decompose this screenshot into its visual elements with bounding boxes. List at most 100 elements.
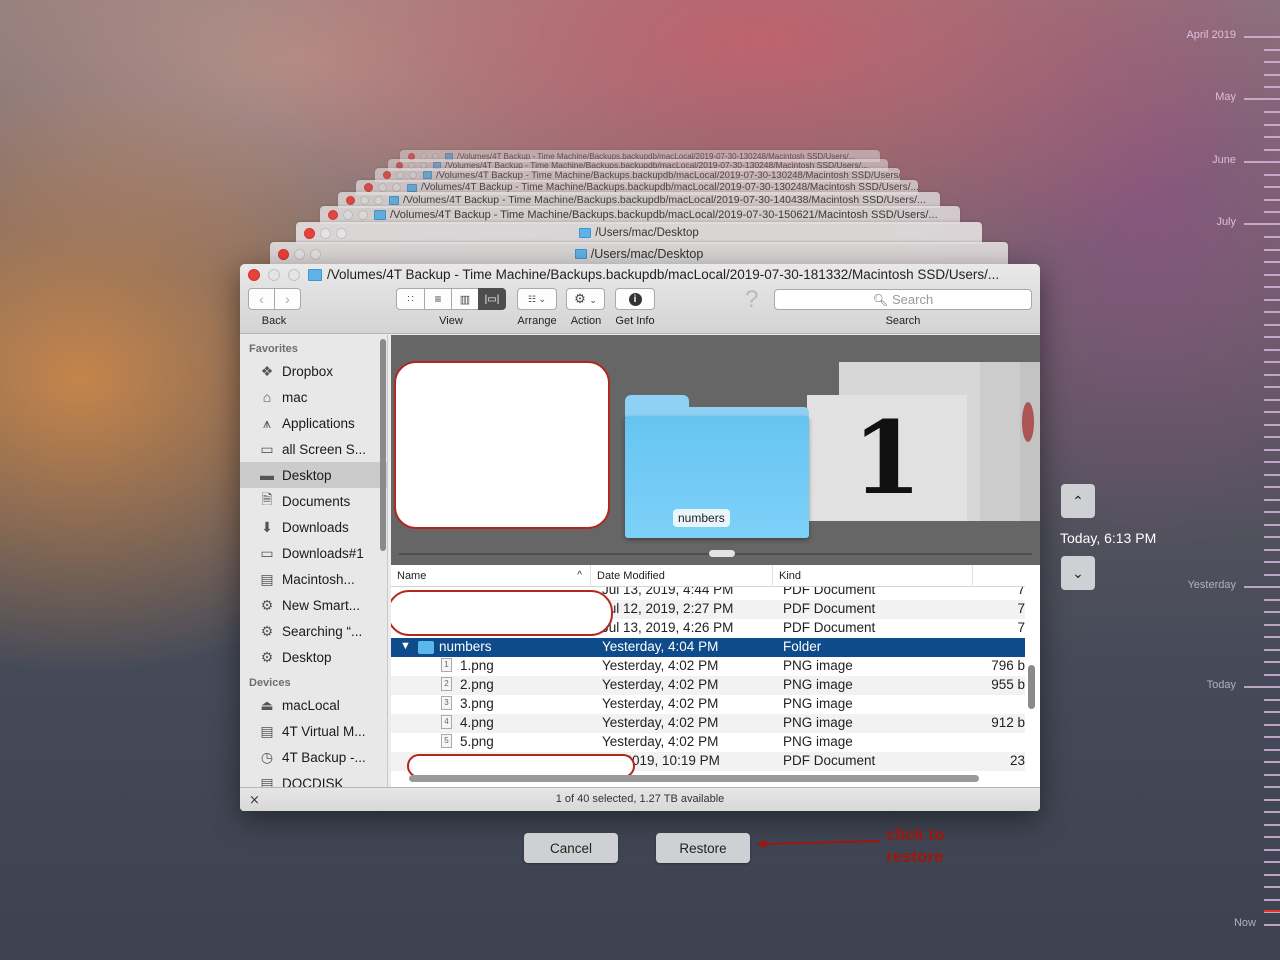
list-view-button[interactable]: ≡: [424, 288, 452, 310]
back-button[interactable]: ‹: [248, 288, 275, 310]
coverflow-item-numbers-folder[interactable]: numbers: [625, 395, 809, 538]
help-icon[interactable]: ?: [745, 286, 758, 314]
column-header-kind[interactable]: Kind: [773, 565, 973, 587]
timeline-tick[interactable]: [1264, 74, 1280, 76]
list-horizontal-scrollbar[interactable]: [409, 775, 979, 782]
list-row[interactable]: 3 3.png Yesterday, 4:02 PM PNG image: [391, 695, 1025, 714]
restore-button[interactable]: Restore: [656, 833, 750, 863]
cancel-button[interactable]: Cancel: [524, 833, 618, 863]
timeline-tick[interactable]: [1264, 774, 1280, 776]
timeline-label[interactable]: Today: [1207, 679, 1236, 691]
timeline-tick[interactable]: [1264, 449, 1280, 451]
timeline-tick[interactable]: [1264, 111, 1280, 113]
timeline-tick[interactable]: [1264, 699, 1280, 701]
coverflow-item-1-png[interactable]: 1: [807, 395, 967, 521]
zoom-button[interactable]: [288, 269, 300, 281]
timeline-tick[interactable]: [1264, 886, 1280, 888]
timeline-tick[interactable]: [1264, 761, 1280, 763]
timeline-tick[interactable]: [1264, 786, 1280, 788]
timeline-label[interactable]: Now: [1234, 917, 1256, 929]
timeline-tick[interactable]: [1264, 474, 1280, 476]
timeline-tick[interactable]: [1264, 149, 1280, 151]
column-header-date-modified[interactable]: Date Modified: [591, 565, 773, 587]
list-row[interactable]: 4 4.png Yesterday, 4:02 PM PNG image 912 b: [391, 714, 1025, 733]
timeline-tick[interactable]: [1264, 711, 1280, 713]
timeline-tick[interactable]: [1264, 424, 1280, 426]
timeline-tick[interactable]: [1264, 574, 1280, 576]
timeline-tick[interactable]: [1264, 499, 1280, 501]
timeline-tick[interactable]: [1264, 299, 1280, 301]
timeline-major-tick[interactable]: [1264, 924, 1280, 926]
sidebar-item-4t-virtual-m[interactable]: ▤ 4T Virtual M...: [240, 718, 387, 744]
list-row[interactable]: 2 2.png Yesterday, 4:02 PM PNG image 955 b: [391, 676, 1025, 695]
timeline-tick[interactable]: [1264, 349, 1280, 351]
sidebar-item-downloads-1[interactable]: ▭ Downloads#1: [240, 540, 387, 566]
timeline-major-tick[interactable]: [1244, 586, 1280, 588]
timeline-label[interactable]: April 2019: [1186, 29, 1236, 41]
sidebar-item-4t-backup[interactable]: ◷ 4T Backup -...: [240, 744, 387, 770]
timeline-tick[interactable]: [1264, 86, 1280, 88]
timeline-tick[interactable]: [1264, 174, 1280, 176]
forward-button[interactable]: ›: [274, 288, 301, 310]
timeline-tick[interactable]: [1264, 274, 1280, 276]
timeline-tick[interactable]: [1264, 611, 1280, 613]
timeline-tick[interactable]: [1264, 799, 1280, 801]
timeline-tick[interactable]: [1264, 874, 1280, 876]
timeline-tick[interactable]: [1264, 361, 1280, 363]
timeline-tick[interactable]: [1264, 836, 1280, 838]
icon-view-button[interactable]: ∷: [396, 288, 425, 310]
sidebar-item-maclocal[interactable]: ⏏︎ macLocal: [240, 692, 387, 718]
timeline-tick[interactable]: [1264, 736, 1280, 738]
timeline-tick[interactable]: [1264, 549, 1280, 551]
timeline-tick[interactable]: [1264, 249, 1280, 251]
timeline-major-tick[interactable]: [1244, 161, 1280, 163]
timeline-tick[interactable]: [1264, 436, 1280, 438]
timeline-major-tick[interactable]: [1244, 223, 1280, 225]
timeline-tick[interactable]: [1264, 661, 1280, 663]
list-row[interactable]: 1 1.png Yesterday, 4:02 PM PNG image 796 b: [391, 657, 1025, 676]
list-row-selected[interactable]: ▼ numbers Yesterday, 4:04 PM Folder: [391, 638, 1025, 657]
arrange-button[interactable]: ☷ ⌄: [517, 288, 557, 310]
timeline-label[interactable]: May: [1215, 91, 1236, 103]
list-vertical-scrollbar[interactable]: [1028, 665, 1035, 709]
timeline-tick[interactable]: [1264, 386, 1280, 388]
timeline-major-tick[interactable]: [1244, 36, 1280, 38]
timeline-tick[interactable]: [1264, 286, 1280, 288]
sidebar-item-documents[interactable]: 🗎︎ Documents: [240, 488, 387, 514]
timeline-tick[interactable]: [1264, 824, 1280, 826]
timeline-tick[interactable]: [1264, 199, 1280, 201]
timeline-major-tick[interactable]: [1244, 686, 1280, 688]
timeline-tick[interactable]: [1264, 124, 1280, 126]
timeline-tick[interactable]: [1264, 336, 1280, 338]
timeline-tick[interactable]: [1264, 211, 1280, 213]
timeline-label[interactable]: July: [1216, 216, 1236, 228]
timeline-tick[interactable]: [1264, 61, 1280, 63]
timeline-tick[interactable]: [1264, 649, 1280, 651]
timeline-tick[interactable]: [1264, 724, 1280, 726]
timeline-tick[interactable]: [1264, 524, 1280, 526]
backup-window-2[interactable]: /Users/mac/Desktop: [296, 222, 982, 244]
timeline-tick[interactable]: [1264, 49, 1280, 51]
timeline-tick[interactable]: [1264, 236, 1280, 238]
sidebar-item-applications[interactable]: ⩚ Applications: [240, 410, 387, 436]
timeline-tick[interactable]: [1264, 561, 1280, 563]
column-view-button[interactable]: ▥: [451, 288, 479, 310]
get-info-button[interactable]: i: [615, 288, 655, 310]
sidebar-item-dropbox[interactable]: ❖ Dropbox: [240, 358, 387, 384]
sidebar-item-all-screen-s[interactable]: ▭ all Screen S...: [240, 436, 387, 462]
later-backup-button[interactable]: ⌄: [1061, 556, 1095, 590]
timeline-tick[interactable]: [1264, 186, 1280, 188]
list-row[interactable]: 5 5.png Yesterday, 4:02 PM PNG image: [391, 733, 1025, 752]
timeline-tick[interactable]: [1264, 461, 1280, 463]
timeline-tick[interactable]: [1264, 136, 1280, 138]
sidebar-item-mac[interactable]: ⌂ mac: [240, 384, 387, 410]
timeline-major-tick[interactable]: [1244, 98, 1280, 100]
timeline-tick[interactable]: [1264, 511, 1280, 513]
timeline-tick[interactable]: [1264, 636, 1280, 638]
timeline-tick[interactable]: [1264, 261, 1280, 263]
timeline-tick[interactable]: [1264, 674, 1280, 676]
timeline-tick[interactable]: [1264, 411, 1280, 413]
minimize-button[interactable]: [268, 269, 280, 281]
timeline-tick[interactable]: [1264, 861, 1280, 863]
sidebar-item-searching[interactable]: ⚙︎ Searching “...: [240, 618, 387, 644]
